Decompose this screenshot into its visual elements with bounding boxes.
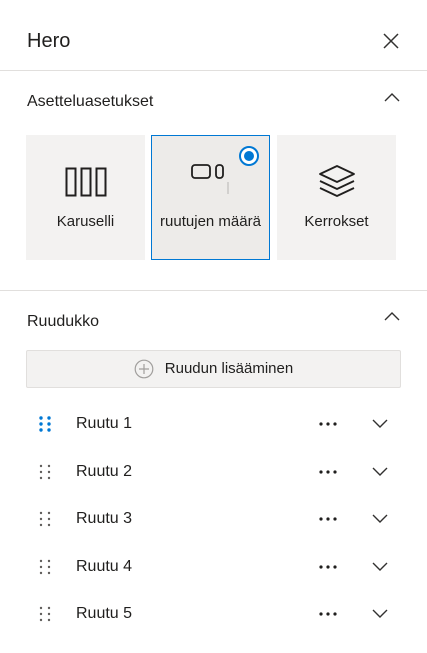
chevron-down-icon	[372, 514, 388, 523]
tile-row: Ruutu 2	[26, 452, 401, 492]
more-options-button[interactable]	[316, 460, 340, 484]
chevron-down-icon	[372, 419, 388, 428]
tile-label: Ruutu 5	[76, 605, 133, 622]
tile-label: Ruutu 1	[76, 415, 133, 432]
chevron-up-icon	[384, 312, 400, 321]
more-horizontal-icon	[319, 565, 337, 569]
drag-handle-icon[interactable]	[38, 558, 52, 576]
more-options-button[interactable]	[316, 507, 340, 531]
expand-tile-button[interactable]	[368, 555, 392, 579]
tile-label: Ruutu 3	[76, 510, 133, 527]
drag-handle-icon[interactable]	[38, 510, 52, 528]
panel-header: Hero	[0, 0, 427, 71]
add-circle-icon	[134, 359, 154, 379]
layers-icon	[318, 165, 355, 197]
drag-handle-icon[interactable]	[38, 463, 52, 481]
chevron-down-icon	[372, 562, 388, 571]
close-button[interactable]	[379, 29, 403, 53]
grid-section-title: Ruudukko	[27, 313, 100, 330]
chevron-down-icon	[372, 609, 388, 618]
grid-section-collapse-button[interactable]	[382, 309, 402, 323]
layout-option-label: Karuselli	[56, 213, 115, 230]
expand-tile-button[interactable]	[368, 602, 392, 626]
tile-row: Ruutu 5	[26, 594, 401, 634]
more-options-button[interactable]	[316, 555, 340, 579]
more-horizontal-icon	[319, 612, 337, 616]
expand-tile-button[interactable]	[368, 507, 392, 531]
tile-row: Ruutu 3	[26, 499, 401, 539]
expand-tile-button[interactable]	[368, 412, 392, 436]
layout-option-label: Kerrokset	[304, 213, 369, 230]
close-icon	[383, 33, 399, 49]
carousel-icon	[65, 167, 106, 197]
more-options-button[interactable]	[316, 412, 340, 436]
tile-label: Ruutu 2	[76, 463, 133, 480]
more-options-button[interactable]	[316, 602, 340, 626]
tile-label: Ruutu 4	[76, 558, 133, 575]
panel-title: Hero	[27, 30, 71, 52]
layout-section-title: Asetteluasetukset	[27, 93, 154, 110]
tile-row: Ruutu 1	[26, 404, 401, 444]
expand-tile-button[interactable]	[368, 460, 392, 484]
more-horizontal-icon	[319, 470, 337, 474]
layout-option-label: ruutujen määrä	[160, 213, 261, 230]
chevron-down-icon	[372, 467, 388, 476]
layout-option-layers[interactable]: Kerrokset	[277, 135, 396, 260]
more-horizontal-icon	[319, 422, 337, 426]
drag-handle-icon[interactable]	[38, 605, 52, 623]
section-divider	[0, 290, 427, 291]
layout-section-collapse-button[interactable]	[382, 90, 402, 104]
layout-option-tiles[interactable]: ruutujen määrä	[151, 135, 270, 260]
layout-option-carousel[interactable]: Karuselli	[26, 135, 145, 260]
drag-handle-icon[interactable]	[38, 415, 52, 433]
more-horizontal-icon	[319, 517, 337, 521]
tile-row: Ruutu 4	[26, 547, 401, 587]
add-tile-button[interactable]: Ruudun lisääminen	[26, 350, 401, 388]
tiles-icon	[190, 164, 229, 194]
chevron-up-icon	[384, 93, 400, 102]
add-tile-label: Ruudun lisääminen	[164, 360, 294, 377]
